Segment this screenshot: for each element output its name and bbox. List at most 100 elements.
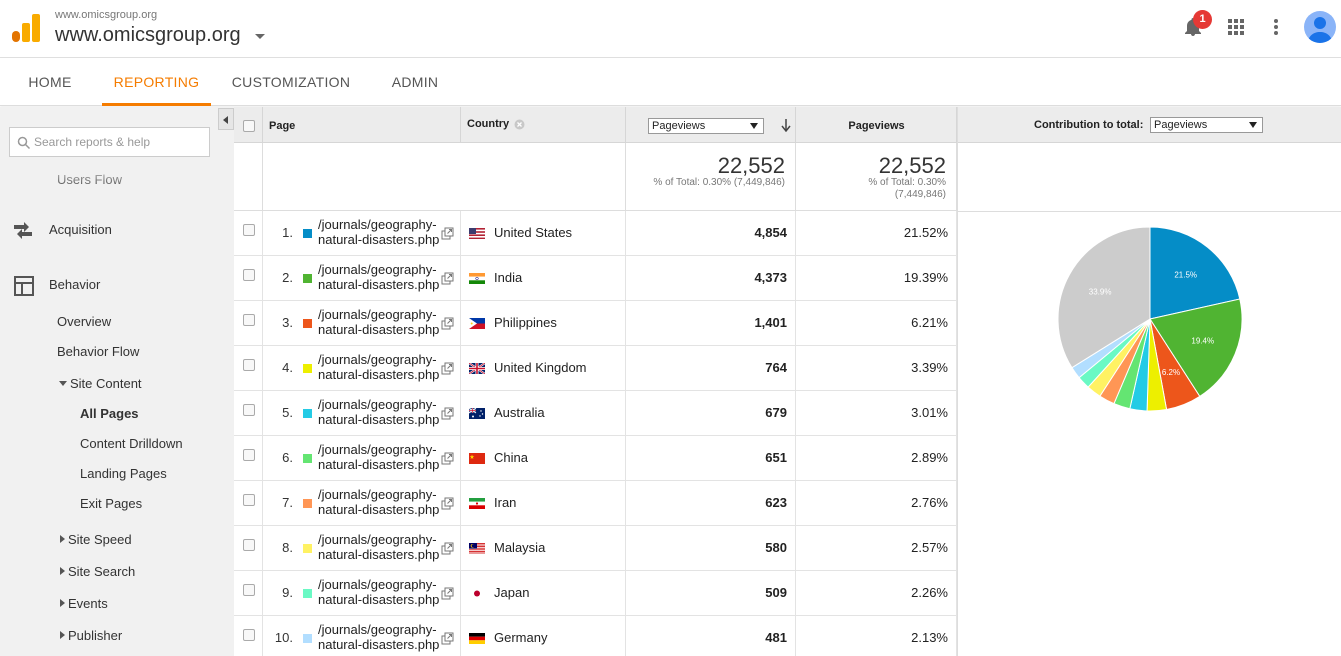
row-checkbox[interactable]	[243, 584, 255, 596]
open-external-icon[interactable]	[441, 497, 454, 510]
sidebar-item-content-drilldown[interactable]: Content Drilldown	[80, 436, 183, 451]
open-external-icon[interactable]	[441, 407, 454, 420]
sidebar-item-publisher[interactable]: Publisher	[60, 628, 122, 643]
country-link[interactable]: United Kingdom	[494, 360, 587, 375]
country-link[interactable]: United States	[494, 225, 572, 240]
in-flag-icon	[469, 272, 485, 284]
country-link[interactable]: Australia	[494, 405, 545, 420]
row-rank: 7.	[282, 495, 293, 510]
header-page[interactable]: Page	[263, 107, 461, 143]
percent-value: 2.13%	[911, 630, 948, 645]
page-link[interactable]: /journals/geography-natural-disasters.ph…	[318, 442, 439, 472]
percent-value: 2.76%	[911, 495, 948, 510]
sidebar-item-behavior-flow[interactable]: Behavior Flow	[57, 344, 139, 359]
sidebar-item-site-speed[interactable]: Site Speed	[60, 532, 132, 547]
tab-admin[interactable]: ADMIN	[380, 58, 450, 106]
open-external-icon[interactable]	[441, 587, 454, 600]
country-link[interactable]: Iran	[494, 495, 516, 510]
contribution-label: Contribution to total:	[1034, 119, 1144, 131]
tab-home[interactable]: HOME	[14, 58, 86, 106]
page-link[interactable]: /journals/geography-natural-disasters.ph…	[318, 532, 439, 562]
open-external-icon[interactable]	[441, 272, 454, 285]
row-rank: 1.	[282, 225, 293, 240]
page-path-line-2: natural-disasters.php	[318, 232, 440, 247]
row-rank: 6.	[282, 450, 293, 465]
sidebar: Users Flow Acquisition Behavior Overview…	[0, 107, 234, 656]
rank-wrap: 9.	[263, 571, 297, 616]
country-cell: Australia	[461, 391, 626, 436]
us-flag-icon	[469, 227, 485, 239]
apps-grid-icon[interactable]	[1228, 19, 1244, 35]
page-path-line-2: natural-disasters.php	[318, 277, 440, 292]
sidebar-item-behavior[interactable]: Behavior	[49, 277, 100, 292]
rank-wrap: 10.	[263, 616, 297, 656]
row-checkbox[interactable]	[243, 269, 255, 281]
percent-cell: 19.39%	[796, 256, 957, 301]
row-checkbox[interactable]	[243, 539, 255, 551]
select-all-checkbox[interactable]	[243, 120, 255, 132]
sidebar-item-events[interactable]: Events	[60, 596, 108, 611]
app-header: www.omicsgroup.org www.omicsgroup.org 1	[0, 0, 1341, 58]
sidebar-item-acquisition[interactable]: Acquisition	[49, 222, 112, 237]
sidebar-item-all-pages[interactable]: All Pages	[80, 406, 139, 421]
row-checkbox[interactable]	[243, 449, 255, 461]
row-checkbox[interactable]	[243, 404, 255, 416]
open-external-icon[interactable]	[441, 542, 454, 555]
sidebar-item-site-content[interactable]: Site Content	[59, 376, 142, 391]
header-pageviews[interactable]: Pageviews	[796, 107, 957, 143]
country-link[interactable]: Philippines	[494, 315, 557, 330]
country-link[interactable]: Japan	[494, 585, 529, 600]
page-link[interactable]: /journals/geography-natural-disasters.ph…	[318, 487, 439, 517]
row-checkbox[interactable]	[243, 629, 255, 641]
open-external-icon[interactable]	[441, 227, 454, 240]
row-checkbox[interactable]	[243, 494, 255, 506]
page-link[interactable]: /journals/geography-natural-disasters.ph…	[318, 397, 439, 427]
sidebar-item-exit-pages[interactable]: Exit Pages	[80, 496, 142, 511]
tab-reporting[interactable]: REPORTING	[102, 58, 211, 106]
page-path-line-1: /journals/geography-	[318, 577, 437, 592]
open-external-icon[interactable]	[441, 452, 454, 465]
open-external-icon[interactable]	[441, 362, 454, 375]
rank-wrap: 7.	[263, 481, 297, 526]
row-select-cell	[234, 616, 263, 656]
metric-select[interactable]: Pageviews	[648, 118, 764, 134]
page-link[interactable]: /journals/geography-natural-disasters.ph…	[318, 217, 439, 247]
pageviews-value: 679	[765, 405, 787, 420]
page-link[interactable]: /journals/geography-natural-disasters.ph…	[318, 307, 439, 337]
rank-wrap: 3.	[263, 301, 297, 346]
tab-customization[interactable]: CUSTOMIZATION	[224, 58, 358, 106]
search-input[interactable]	[34, 133, 204, 151]
open-external-icon[interactable]	[441, 632, 454, 645]
contribution-select[interactable]: Pageviews	[1150, 117, 1263, 133]
open-external-icon[interactable]	[441, 317, 454, 330]
page-link[interactable]: /journals/geography-natural-disasters.ph…	[318, 352, 439, 382]
page-link[interactable]: /journals/geography-natural-disasters.ph…	[318, 577, 439, 607]
analytics-logo-icon[interactable]	[12, 14, 40, 42]
row-checkbox[interactable]	[243, 224, 255, 236]
page-path-line-1: /journals/geography-	[318, 217, 437, 232]
country-link[interactable]: Malaysia	[494, 540, 545, 555]
sidebar-item-site-search[interactable]: Site Search	[60, 564, 135, 579]
row-checkbox[interactable]	[243, 359, 255, 371]
row-checkbox[interactable]	[243, 314, 255, 326]
search-box[interactable]	[9, 127, 210, 157]
collapse-sidebar-button[interactable]	[218, 108, 234, 130]
remove-dimension-icon[interactable]	[514, 119, 525, 130]
header-metric-sort: Pageviews	[626, 107, 796, 143]
user-avatar[interactable]	[1304, 11, 1336, 43]
sidebar-item-overview[interactable]: Overview	[57, 314, 111, 329]
sort-descending-icon[interactable]	[781, 119, 791, 132]
page-link[interactable]: /journals/geography-natural-disasters.ph…	[318, 262, 439, 292]
country-link[interactable]: India	[494, 270, 522, 285]
table-row: 3. /journals/geography-natural-disasters.…	[234, 301, 957, 346]
country-link[interactable]: Germany	[494, 630, 547, 645]
row-rank: 8.	[282, 540, 293, 555]
property-dropdown-icon[interactable]	[255, 34, 265, 39]
sidebar-item-landing-pages[interactable]: Landing Pages	[80, 466, 167, 481]
header-country[interactable]: Country	[461, 107, 626, 143]
country-link[interactable]: China	[494, 450, 528, 465]
more-options-icon[interactable]	[1270, 18, 1282, 36]
page-link[interactable]: /journals/geography-natural-disasters.ph…	[318, 622, 439, 652]
property-selector[interactable]: www.omicsgroup.org	[55, 24, 241, 47]
pageviews-value: 651	[765, 450, 787, 465]
